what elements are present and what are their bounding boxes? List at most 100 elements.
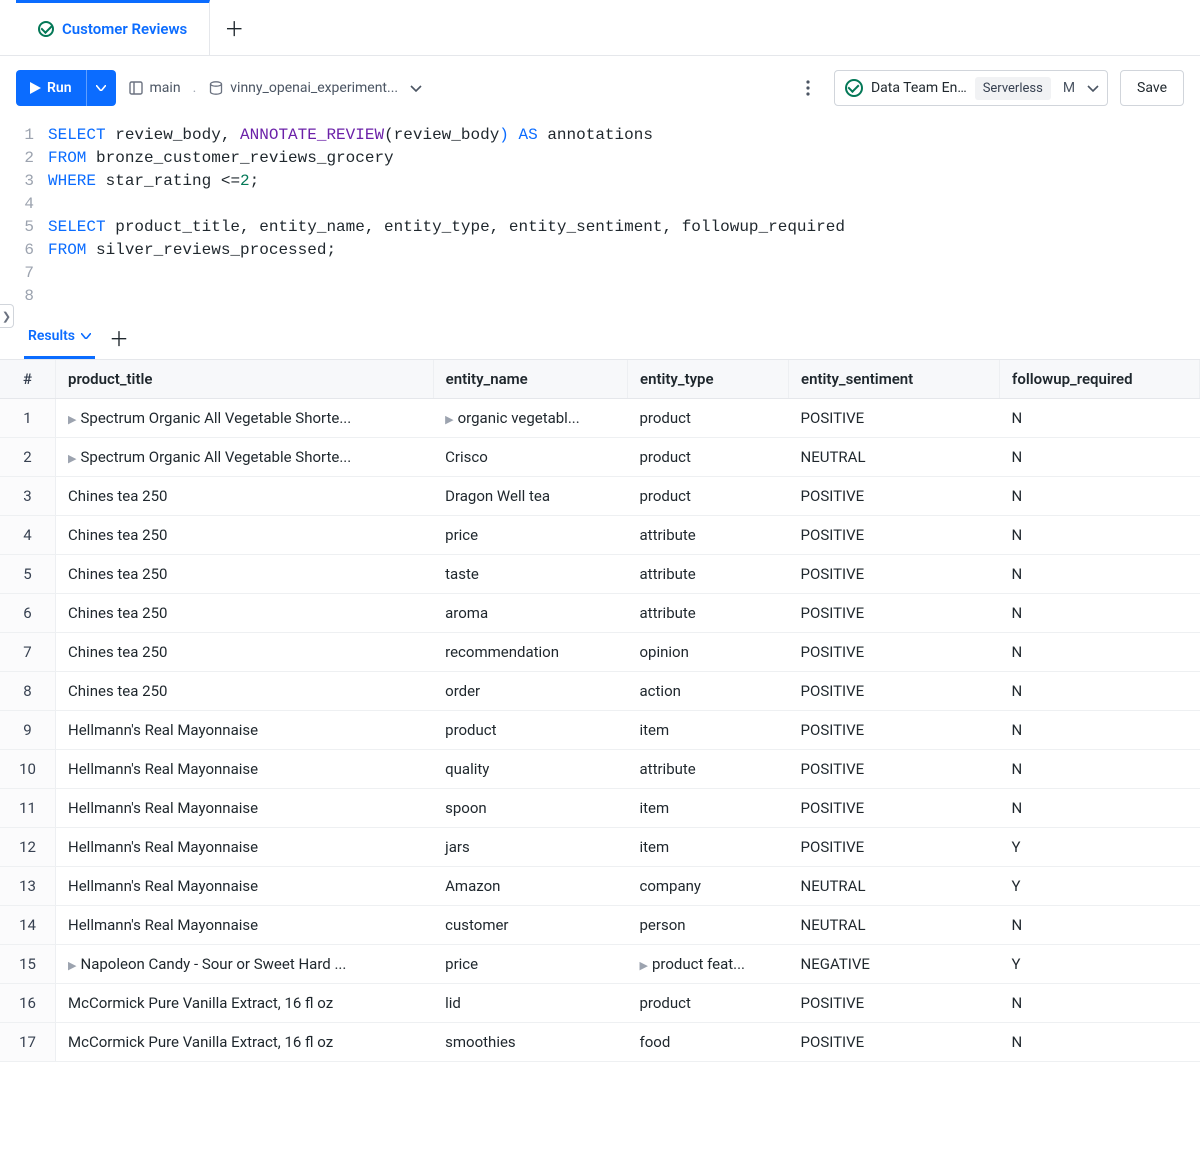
cell-product-title[interactable]: Hellmann's Real Mayonnaise [56, 789, 434, 828]
cell-product-title[interactable]: Chines tea 250 [56, 594, 434, 633]
cell-followup-required[interactable]: N [1000, 477, 1200, 516]
cell-entity-name[interactable]: price [433, 516, 627, 555]
cell-followup-required[interactable]: N [1000, 711, 1200, 750]
table-row[interactable]: 8Chines tea 250orderactionPOSITIVEN [0, 672, 1200, 711]
cell-entity-name[interactable]: aroma [433, 594, 627, 633]
col-header-index[interactable]: # [0, 360, 56, 399]
expand-panel-button[interactable]: ❯ [0, 304, 14, 328]
cell-product-title[interactable]: McCormick Pure Vanilla Extract, 16 fl oz [56, 984, 434, 1023]
cell-entity-name[interactable]: lid [433, 984, 627, 1023]
cell-entity-type[interactable]: product [628, 984, 789, 1023]
code-line[interactable]: WHERE star_rating <=2; [48, 170, 259, 193]
cell-followup-required[interactable]: N [1000, 516, 1200, 555]
col-header-product-title[interactable]: product_title [56, 360, 434, 399]
cell-entity-type[interactable]: product [628, 399, 789, 438]
code-line[interactable]: FROM silver_reviews_processed; [48, 239, 336, 262]
cell-entity-sentiment[interactable]: POSITIVE [789, 711, 1000, 750]
code-line[interactable] [48, 193, 58, 216]
more-menu-button[interactable] [794, 74, 822, 102]
cell-product-title[interactable]: Chines tea 250 [56, 555, 434, 594]
cell-entity-name[interactable]: Crisco [433, 438, 627, 477]
compute-selector[interactable]: Data Team En… Serverless M [834, 70, 1108, 106]
cell-followup-required[interactable]: N [1000, 906, 1200, 945]
table-row[interactable]: 17McCormick Pure Vanilla Extract, 16 fl … [0, 1023, 1200, 1062]
code-line[interactable]: FROM bronze_customer_reviews_grocery [48, 147, 394, 170]
cell-entity-name[interactable]: taste [433, 555, 627, 594]
cell-entity-type[interactable]: company [628, 867, 789, 906]
cell-entity-name[interactable]: customer [433, 906, 627, 945]
run-button[interactable]: Run [16, 70, 86, 106]
table-row[interactable]: 13Hellmann's Real MayonnaiseAmazoncompan… [0, 867, 1200, 906]
col-header-followup-required[interactable]: followup_required [1000, 360, 1200, 399]
cell-product-title[interactable]: ▶Spectrum Organic All Vegetable Shorte..… [56, 399, 434, 438]
table-row[interactable]: 11Hellmann's Real MayonnaisespoonitemPOS… [0, 789, 1200, 828]
expand-caret-icon[interactable]: ▶ [640, 959, 648, 972]
table-row[interactable]: 14Hellmann's Real Mayonnaisecustomerpers… [0, 906, 1200, 945]
cell-entity-name[interactable]: order [433, 672, 627, 711]
table-row[interactable]: 6Chines tea 250aromaattributePOSITIVEN [0, 594, 1200, 633]
cell-followup-required[interactable]: Y [1000, 945, 1200, 984]
cell-product-title[interactable]: Chines tea 250 [56, 516, 434, 555]
cell-entity-type[interactable]: attribute [628, 594, 789, 633]
cell-entity-sentiment[interactable]: NEUTRAL [789, 438, 1000, 477]
cell-entity-name[interactable]: smoothies [433, 1023, 627, 1062]
tab-customer-reviews[interactable]: Customer Reviews [16, 0, 210, 55]
table-row[interactable]: 9Hellmann's Real MayonnaiseproductitemPO… [0, 711, 1200, 750]
cell-product-title[interactable]: ▶Napoleon Candy - Sour or Sweet Hard ... [56, 945, 434, 984]
cell-entity-sentiment[interactable]: POSITIVE [789, 750, 1000, 789]
save-button[interactable]: Save [1120, 70, 1184, 106]
cell-entity-name[interactable]: Amazon [433, 867, 627, 906]
cell-entity-name[interactable]: ▶organic vegetabl... [433, 399, 627, 438]
code-line[interactable] [48, 285, 58, 308]
catalog-selector[interactable]: main [128, 80, 181, 96]
cell-entity-sentiment[interactable]: POSITIVE [789, 594, 1000, 633]
cell-followup-required[interactable]: N [1000, 555, 1200, 594]
cell-entity-sentiment[interactable]: POSITIVE [789, 828, 1000, 867]
cell-product-title[interactable]: Hellmann's Real Mayonnaise [56, 906, 434, 945]
cell-entity-sentiment[interactable]: POSITIVE [789, 789, 1000, 828]
col-header-entity-sentiment[interactable]: entity_sentiment [789, 360, 1000, 399]
table-row[interactable]: 2▶Spectrum Organic All Vegetable Shorte.… [0, 438, 1200, 477]
expand-caret-icon[interactable]: ▶ [445, 413, 453, 426]
cell-product-title[interactable]: ▶Spectrum Organic All Vegetable Shorte..… [56, 438, 434, 477]
cell-entity-sentiment[interactable]: NEUTRAL [789, 906, 1000, 945]
schema-dropdown[interactable] [410, 80, 422, 96]
cell-followup-required[interactable]: N [1000, 750, 1200, 789]
cell-followup-required[interactable]: Y [1000, 867, 1200, 906]
expand-caret-icon[interactable]: ▶ [68, 452, 76, 465]
cell-followup-required[interactable]: N [1000, 789, 1200, 828]
cell-product-title[interactable]: Hellmann's Real Mayonnaise [56, 750, 434, 789]
cell-entity-sentiment[interactable]: POSITIVE [789, 516, 1000, 555]
code-line[interactable]: SELECT product_title, entity_name, entit… [48, 216, 845, 239]
code-line[interactable] [48, 262, 58, 285]
table-row[interactable]: 10Hellmann's Real Mayonnaisequalityattri… [0, 750, 1200, 789]
run-dropdown-button[interactable] [86, 70, 116, 106]
cell-entity-sentiment[interactable]: POSITIVE [789, 1023, 1000, 1062]
cell-entity-name[interactable]: price [433, 945, 627, 984]
cell-product-title[interactable]: Chines tea 250 [56, 477, 434, 516]
cell-followup-required[interactable]: N [1000, 633, 1200, 672]
table-row[interactable]: 1▶Spectrum Organic All Vegetable Shorte.… [0, 399, 1200, 438]
cell-followup-required[interactable]: N [1000, 672, 1200, 711]
cell-entity-name[interactable]: quality [433, 750, 627, 789]
cell-entity-name[interactable]: spoon [433, 789, 627, 828]
code-line[interactable]: SELECT review_body, ANNOTATE_REVIEW(revi… [48, 124, 653, 147]
cell-product-title[interactable]: Hellmann's Real Mayonnaise [56, 828, 434, 867]
table-row[interactable]: 12Hellmann's Real MayonnaisejarsitemPOSI… [0, 828, 1200, 867]
cell-entity-sentiment[interactable]: NEGATIVE [789, 945, 1000, 984]
cell-entity-type[interactable]: ▶product feat... [628, 945, 789, 984]
cell-followup-required[interactable]: N [1000, 438, 1200, 477]
cell-entity-name[interactable]: recommendation [433, 633, 627, 672]
cell-followup-required[interactable]: N [1000, 984, 1200, 1023]
cell-followup-required[interactable]: N [1000, 594, 1200, 633]
table-row[interactable]: 3Chines tea 250Dragon Well teaproductPOS… [0, 477, 1200, 516]
cell-entity-name[interactable]: Dragon Well tea [433, 477, 627, 516]
add-tab-button[interactable]: ＋ [210, 0, 258, 55]
sql-editor[interactable]: 1SELECT review_body, ANNOTATE_REVIEW(rev… [0, 120, 1200, 316]
cell-followup-required[interactable]: N [1000, 1023, 1200, 1062]
table-row[interactable]: 4Chines tea 250priceattributePOSITIVEN [0, 516, 1200, 555]
cell-entity-sentiment[interactable]: NEUTRAL [789, 867, 1000, 906]
cell-entity-type[interactable]: attribute [628, 555, 789, 594]
cell-product-title[interactable]: Chines tea 250 [56, 672, 434, 711]
cell-product-title[interactable]: Hellmann's Real Mayonnaise [56, 711, 434, 750]
